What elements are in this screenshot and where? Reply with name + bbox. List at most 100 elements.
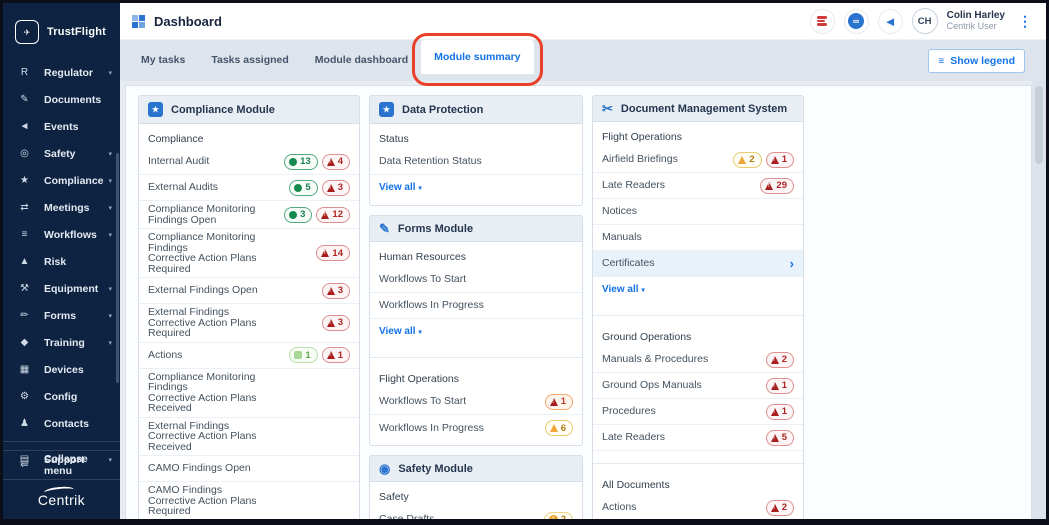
list-item-certificates[interactable]: Certificates› [593,251,803,277]
kebab-menu-icon[interactable]: ⋮ [1014,13,1036,30]
count-badge-red: !14 [316,245,350,261]
list-item-compliance-monitoring[interactable]: Compliance Monitoring Findings Correctiv… [139,229,359,278]
list-item-late-readers[interactable]: Late Readers!29 [593,173,803,199]
vertical-scrollbar[interactable] [1032,81,1046,519]
sidebar-item-training[interactable]: ◆Training▾ [3,329,120,356]
list-item-actions[interactable]: Actions1!1 [139,343,359,369]
pencil-icon: ✏ [16,310,33,321]
link-icon[interactable]: ∞ [844,9,869,34]
sidebar-scrollbar[interactable] [116,153,119,383]
sidebar-item-label: Risk [44,256,112,268]
status-dot-icon [294,184,302,192]
tab-module-dashboard[interactable]: Module dashboard [302,40,421,81]
legend-label: Show legend [950,55,1015,67]
sidebar-item-forms[interactable]: ✏Forms▾ [3,302,120,329]
person-icon: ♟ [16,418,33,429]
list-item-external-audits[interactable]: External Audits5!3 [139,175,359,201]
divider [370,357,582,358]
item-label: Actions [148,350,186,361]
list-item-camo-findings[interactable]: CAMO Findings Corrective Action Plans Re… [139,482,359,519]
view-all-link[interactable]: View all▾ [370,319,582,345]
collapse-menu-button[interactable]: ⇐ Collapse menu [3,450,120,479]
list-item-case-drafts[interactable]: Case Drafts!2 [370,507,582,519]
list-item-compliance-monitoring[interactable]: Compliance Monitoring Findings Open3!12 [139,201,359,229]
user-info[interactable]: Colin Harley Centrik User [947,10,1005,32]
sidebar-item-workflows[interactable]: ≡Workflows▾ [3,221,120,248]
tab-tasks-assigned[interactable]: Tasks assigned [198,40,301,81]
list-item-manuals-procedures[interactable]: Manuals & Procedures!2 [593,347,803,373]
view-all-link[interactable]: View all▾ [370,175,582,201]
section-header: All Documents [593,472,803,495]
alert-triangle-icon: ! [327,319,335,327]
alert-triangle-icon: ! [771,156,779,164]
sidebar-item-devices[interactable]: ▦Devices [3,356,120,383]
dashboard-icon [132,15,145,28]
megaphone-glyph: ◄ [884,15,897,28]
card-title-text: Data Protection [402,104,483,116]
item-label: Workflows To Start [379,396,470,407]
module-summary-panel: ★Compliance ModuleComplianceInternal Aud… [125,85,1032,519]
show-legend-button[interactable]: ≡ Show legend [928,49,1025,73]
list-item-workflows-to-start[interactable]: Workflows To Start !1 [370,389,582,415]
list-item-actions[interactable]: Actions!2 [593,495,803,519]
count-badge-red: !1 [322,347,350,363]
list-item-manuals[interactable]: Manuals [593,225,803,251]
list-item-data-retention-status[interactable]: Data Retention Status [370,149,582,175]
list-item-external-findings[interactable]: External Findings Corrective Action Plan… [139,418,359,457]
item-label: Workflows In Progress [379,423,488,434]
list-item-airfield-briefings[interactable]: Airfield Briefings2!1 [593,147,803,173]
megaphone-icon[interactable]: ◄ [878,9,903,34]
list-item-camo-findings-open[interactable]: CAMO Findings Open [139,456,359,482]
item-label: Compliance Monitoring Findings Correctiv… [148,232,261,274]
sidebar-item-meetings[interactable]: ⇄Meetings▾ [3,194,120,221]
list-item-late-readers[interactable]: Late Readers!5 [593,425,803,451]
brand-logo[interactable]: ✈ TrustFlight [3,3,120,49]
sidebar-item-events[interactable]: ◄Events [3,113,120,140]
sidebar-item-documents[interactable]: ✎Documents [3,86,120,113]
queue-icon[interactable] [810,9,835,34]
list-item-workflows-in-progress[interactable]: Workflows In Progress [370,293,582,319]
item-label: Data Retention Status [379,156,486,167]
list-item-external-findings[interactable]: External Findings Corrective Action Plan… [139,304,359,343]
avatar[interactable]: CH [912,8,938,34]
badge-group: !1 [545,394,573,410]
card-forms: ✎Forms ModuleHuman ResourcesWorkflows To… [369,215,583,446]
sidebar-item-regulator[interactable]: RRegulator▾ [3,59,120,86]
trustflight-logo-icon: ✈ [15,20,39,44]
list-item-internal-audit[interactable]: Internal Audit13!4 [139,149,359,175]
sidebar-item-config[interactable]: ⚙Config [3,383,120,410]
meetings-icon: ⇄ [16,202,33,213]
scrollbar-thumb[interactable] [1035,86,1043,164]
sidebar-item-risk[interactable]: ▲Risk [3,248,120,275]
status-dot-icon [289,211,297,219]
sidebar: ✈ TrustFlight RRegulator▾✎Documents◄Even… [3,3,120,519]
list-item-compliance-monitoring[interactable]: Compliance Monitoring Findings Correctiv… [139,369,359,418]
alert-triangle-icon: ! [771,356,779,364]
item-label: Manuals & Procedures [602,354,712,365]
alert-triangle-icon: ! [327,287,335,295]
tab-my-tasks[interactable]: My tasks [128,40,198,81]
devices-icon: ▦ [16,364,33,375]
list-item-ground-ops-manuals[interactable]: Ground Ops Manuals!1 [593,373,803,399]
list-item-procedures[interactable]: Procedures!1 [593,399,803,425]
chevron-down-icon: ▾ [642,286,645,294]
sidebar-item-compliance[interactable]: ★Compliance▾ [3,167,120,194]
section-header: Safety [370,484,582,507]
list-item-workflows-to-start[interactable]: Workflows To Start [370,267,582,293]
list-item-workflows-in-progress[interactable]: Workflows In Progress6 [370,415,582,441]
exclamation-circle-icon: ! [549,515,558,519]
regulator-icon: R [16,67,33,78]
list-item-external-findings-open[interactable]: External Findings Open!3 [139,278,359,304]
sidebar-item-safety[interactable]: ◎Safety▾ [3,140,120,167]
gear-icon: ⚙ [16,391,33,402]
sidebar-item-contacts[interactable]: ♟Contacts [3,410,120,437]
list-item-notices[interactable]: Notices [593,199,803,225]
card-compliance: ★Compliance ModuleComplianceInternal Aud… [138,95,360,519]
sidebar-item-label: Workflows [44,229,108,241]
item-label: Notices [602,206,641,217]
view-all-label: View all [602,284,639,295]
tab-module-summary[interactable]: Module summary [421,40,533,74]
alert-triangle-icon: ! [321,249,329,257]
view-all-link[interactable]: View all▾ [593,277,803,303]
sidebar-item-equipment[interactable]: ⚒Equipment▾ [3,275,120,302]
